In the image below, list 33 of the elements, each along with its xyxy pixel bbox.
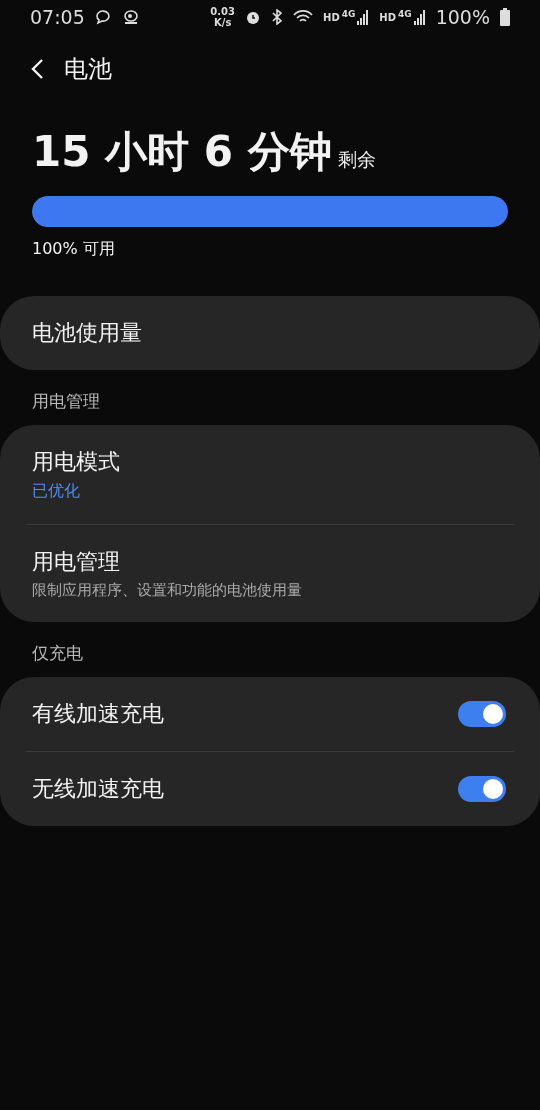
network-label: HD <box>379 11 396 23</box>
signal-icon <box>413 9 426 25</box>
signal-icon <box>357 9 370 25</box>
settings-item[interactable]: 电池使用量 <box>26 296 514 370</box>
toggle-switch[interactable] <box>458 701 506 727</box>
settings-item[interactable]: 有线加速充电 <box>26 677 514 751</box>
network-type: 4G <box>341 9 356 19</box>
page-title: 电池 <box>64 54 112 85</box>
status-time: 07:05 <box>30 6 85 28</box>
item-title: 无线加速充电 <box>32 775 165 803</box>
toggle-switch[interactable] <box>458 776 506 802</box>
item-description: 限制应用程序、设置和功能的电池使用量 <box>32 581 303 600</box>
item-title: 用电管理 <box>32 548 121 576</box>
item-title: 电池使用量 <box>32 319 143 347</box>
network-label: HD <box>323 11 340 23</box>
section-header: 用电管理 <box>31 390 101 413</box>
item-value: 已优化 <box>32 481 81 502</box>
chat-icon <box>94 9 113 25</box>
settings-item[interactable]: 用电管理 限制应用程序、设置和功能的电池使用量 <box>26 524 514 622</box>
back-icon[interactable] <box>30 58 44 80</box>
battery-icon <box>500 8 510 26</box>
available-label: 100% 可用 <box>32 239 116 260</box>
item-title: 用电模式 <box>32 448 121 476</box>
battery-percent: 100% <box>435 6 490 28</box>
settings-item[interactable]: 无线加速充电 <box>26 751 514 826</box>
network-type: 4G <box>398 9 412 19</box>
network-speed: 0.03 K/s <box>210 6 235 28</box>
remaining-time: 15 小时 6 分钟 <box>32 126 332 178</box>
bluetooth-icon <box>271 9 283 25</box>
remaining-label: 剩余 <box>337 147 376 172</box>
item-title: 有线加速充电 <box>32 700 165 728</box>
settings-item[interactable]: 用电模式 已优化 <box>26 425 514 524</box>
section-header: 仅充电 <box>31 642 84 665</box>
